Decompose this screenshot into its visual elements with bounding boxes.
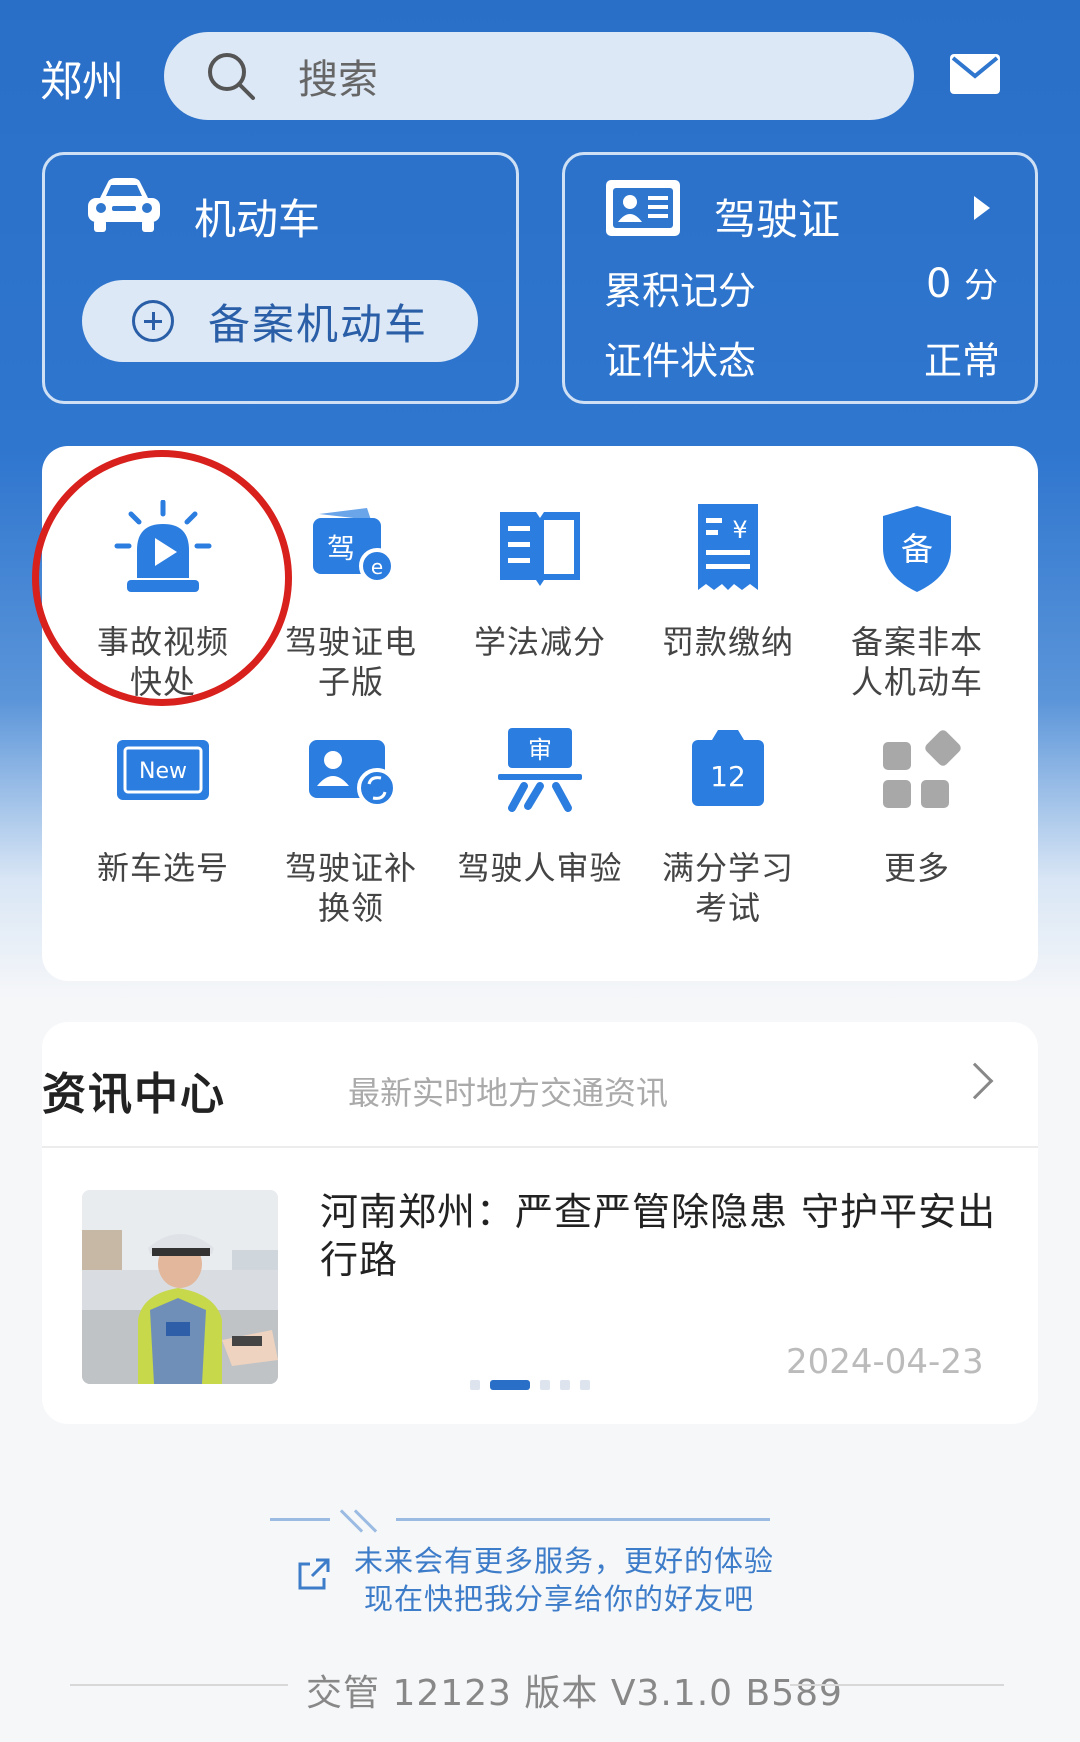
city-selector[interactable]: 郑州 <box>40 48 124 109</box>
service-label-line1: 驾驶人审验 <box>457 849 623 887</box>
status-value: 正常 <box>924 339 1001 383</box>
service-label-line1: 驾驶证电 <box>284 623 417 661</box>
service-label-line2: 考试 <box>694 889 761 927</box>
service-label-line2: 子版 <box>317 663 384 701</box>
carousel-dot <box>540 1380 550 1390</box>
license-renew-icon <box>309 740 397 808</box>
service-study-points[interactable]: 学法减分 <box>455 500 625 662</box>
vehicle-card-title: 机动车 <box>194 195 321 244</box>
service-label-line1: 学法减分 <box>473 623 606 661</box>
shield-icon: 备 <box>883 506 951 592</box>
news-thumbnail[interactable] <box>82 1190 278 1384</box>
points-number: 0 <box>926 261 952 307</box>
service-pay-fines[interactable]: ¥ 罚款缴纳 <box>643 500 813 662</box>
service-register-other-vehicle[interactable]: 备 备案非本 人机动车 <box>832 500 1002 702</box>
share-icon[interactable] <box>296 1556 332 1592</box>
service-label-line2: 人机动车 <box>850 663 983 701</box>
electronic-license-icon: 驾 e <box>313 508 395 584</box>
add-vehicle-button[interactable]: 备案机动车 <box>82 280 478 362</box>
calendar-12-icon: 12 <box>692 730 764 806</box>
service-label-line1: 满分学习 <box>661 849 794 887</box>
divider <box>42 1146 1038 1148</box>
caret-right-icon <box>974 196 990 220</box>
service-driver-review[interactable]: 审 驾驶人审验 <box>455 726 625 888</box>
footer-divider-right <box>790 1684 1004 1686</box>
app-version: 交管 12123 版本 V3.1.0 B589 <box>306 1673 843 1714</box>
more-grid-icon <box>883 730 961 808</box>
news-article-title[interactable]: 河南郑州：严查严管除隐患 守护平安出行路 <box>320 1188 1000 1284</box>
footer-deco-line <box>270 1518 330 1521</box>
points-unit: 分 <box>964 266 999 306</box>
mail-icon[interactable] <box>950 54 1000 94</box>
service-label-line1: 备案非本 <box>850 623 983 661</box>
search-placeholder: 搜索 <box>298 57 378 103</box>
footer-message-line2[interactable]: 现在快把我分享给你的好友吧 <box>364 1576 754 1618</box>
car-icon <box>88 178 160 232</box>
add-vehicle-label: 备案机动车 <box>208 299 429 349</box>
book-icon <box>500 512 580 586</box>
service-label-line2: 换领 <box>317 889 384 927</box>
service-label-line1: 驾驶证补 <box>284 849 417 887</box>
police-officer-photo <box>82 1190 278 1384</box>
search-icon <box>208 53 255 100</box>
carousel-dot-active <box>490 1380 530 1390</box>
news-subtitle: 最新实时地方交通资讯 <box>348 1074 669 1112</box>
carousel-dot <box>470 1380 480 1390</box>
points-value: 0 分 <box>926 258 998 307</box>
carousel-indicator <box>470 1380 590 1390</box>
service-more[interactable]: 更多 <box>832 726 1002 888</box>
new-plate-icon: New <box>117 740 209 800</box>
news-center-title: 资讯中心 <box>42 1069 226 1120</box>
service-license-renew[interactable]: 驾驶证补 换领 <box>266 726 436 928</box>
svg-text:¥: ¥ <box>732 516 747 544</box>
id-card-icon <box>606 180 680 236</box>
calendar-badge-text: 12 <box>710 760 746 793</box>
service-e-license[interactable]: 驾 e 驾驶证电 子版 <box>266 500 436 702</box>
e-badge-text: e <box>371 555 383 579</box>
highlight-circle-annotation <box>32 450 292 706</box>
points-label: 累积记分 <box>604 269 757 313</box>
status-label: 证件状态 <box>604 339 757 383</box>
service-new-plate[interactable]: New 新车选号 <box>78 726 248 888</box>
review-icon: 审 <box>498 728 582 812</box>
carousel-dot <box>560 1380 570 1390</box>
service-label-line1: 新车选号 <box>96 849 229 887</box>
carousel-dot <box>580 1380 590 1390</box>
license-card-title: 驾驶证 <box>714 195 841 244</box>
footer-deco-line <box>396 1518 770 1521</box>
search-bar[interactable]: 搜索 <box>164 32 914 120</box>
footer-message-line1[interactable]: 未来会有更多服务，更好的体验 <box>354 1538 774 1580</box>
service-label-line1: 罚款缴纳 <box>661 623 794 661</box>
plus-circle-icon <box>132 300 174 342</box>
footer-divider-left <box>70 1684 288 1686</box>
service-label-line1: 更多 <box>883 849 950 887</box>
receipt-icon: ¥ <box>698 504 758 590</box>
news-article-date: 2024-04-23 <box>786 1342 984 1382</box>
license-badge-text: 驾 <box>327 532 355 565</box>
new-badge-text: New <box>139 759 187 784</box>
service-full-score-study[interactable]: 12 满分学习 考试 <box>643 726 813 928</box>
review-badge-text: 审 <box>528 736 552 764</box>
shield-badge-text: 备 <box>901 530 933 568</box>
